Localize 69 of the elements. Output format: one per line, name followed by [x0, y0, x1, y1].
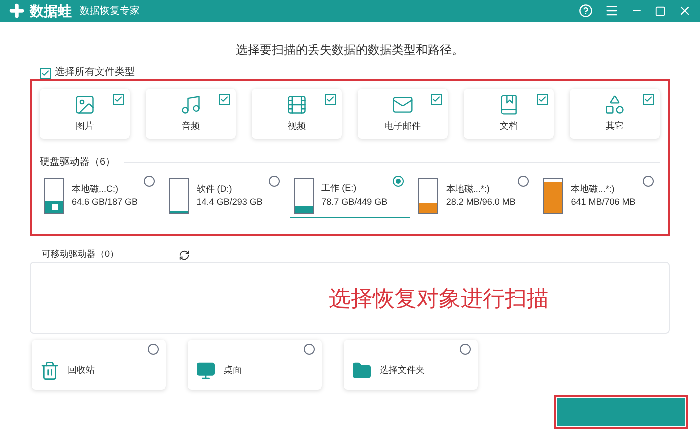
drive-usage: 64.6 GB/187 GB	[72, 196, 138, 209]
file-type-card[interactable]: 文档	[464, 89, 554, 139]
menu-icon[interactable]	[605, 4, 619, 18]
close-icon[interactable]	[678, 4, 692, 18]
location-card[interactable]: 回收站	[32, 340, 166, 390]
file-type-label: 其它	[606, 120, 624, 134]
image-icon	[74, 94, 96, 116]
drive-name: 本地磁...*:)	[571, 182, 616, 196]
app-title: 数据恢复专家	[80, 4, 140, 18]
file-type-label: 图片	[76, 120, 94, 134]
drive-item[interactable]: 本地磁...C:) 64.6 GB/187 GB	[40, 174, 161, 218]
radio-button[interactable]	[643, 176, 654, 187]
location-label: 回收站	[68, 364, 95, 378]
checkbox[interactable]	[219, 94, 230, 105]
file-type-card[interactable]: 电子邮件	[358, 89, 448, 139]
film-icon	[286, 94, 308, 116]
location-card[interactable]: 桌面	[188, 340, 322, 390]
trash-icon	[40, 361, 60, 381]
monitor-icon	[196, 361, 216, 381]
file-type-label: 电子邮件	[385, 120, 421, 134]
drive-item[interactable]: 工作 (E:) 78.7 GB/449 GB	[290, 174, 410, 218]
drive-usage: 28.2 MB/96.0 MB	[446, 196, 516, 209]
shapes-icon	[604, 94, 626, 116]
radio-button[interactable]	[148, 344, 159, 355]
file-type-card[interactable]: 其它	[570, 89, 660, 139]
radio-button[interactable]	[304, 344, 315, 355]
drive-usage: 14.4 GB/293 GB	[196, 196, 263, 209]
file-type-label: 音频	[182, 120, 200, 134]
location-label: 选择文件夹	[380, 364, 425, 378]
cross-logo-icon	[8, 2, 26, 20]
checkbox[interactable]	[40, 68, 51, 78]
radio-button[interactable]	[460, 344, 471, 355]
drive-item[interactable]: 本地磁...*:) 641 MB/706 MB	[539, 174, 660, 218]
section-title: 可移动驱动器（0）	[42, 248, 120, 262]
drive-usage: 641 MB/706 MB	[571, 196, 636, 209]
drive-name: 本地磁...C:)	[72, 182, 120, 196]
drive-name: 软件 (D:)	[196, 182, 234, 196]
checkbox[interactable]	[325, 94, 336, 105]
file-type-label: 视频	[288, 120, 306, 134]
radio-button[interactable]	[268, 176, 280, 187]
radio-button[interactable]	[393, 176, 404, 187]
music-icon	[180, 94, 202, 116]
heading: 选择要扫描的丢失数据的数据类型和路径。	[236, 43, 464, 57]
checkbox[interactable]	[643, 94, 654, 105]
drive-name: 工作 (E:)	[322, 182, 358, 195]
select-all-label: 选择所有文件类型	[55, 68, 135, 78]
file-type-card[interactable]: 音频	[146, 89, 236, 139]
help-icon[interactable]	[579, 4, 593, 18]
drive-item[interactable]: 本地磁...*:) 28.2 MB/96.0 MB	[414, 174, 536, 218]
maximize-icon[interactable]	[655, 6, 666, 16]
app-logo: 数据蛙	[30, 2, 72, 20]
drive-usage: 78.7 GB/449 GB	[322, 196, 388, 208]
checkbox[interactable]	[113, 94, 124, 105]
radio-button[interactable]	[144, 176, 155, 187]
file-type-card[interactable]: 图片	[40, 89, 130, 139]
annotation-text: 选择恢复对象进行扫描	[329, 284, 549, 312]
drive-name: 本地磁...*:)	[446, 182, 491, 196]
checkbox[interactable]	[431, 94, 442, 105]
refresh-icon[interactable]	[179, 250, 190, 260]
location-card[interactable]: 选择文件夹	[344, 340, 478, 390]
file-type-label: 文档	[500, 120, 518, 134]
radio-button[interactable]	[518, 176, 530, 187]
folder-icon	[352, 361, 372, 381]
checkbox[interactable]	[537, 94, 548, 105]
section-title: 硬盘驱动器（6）	[40, 156, 116, 170]
file-type-card[interactable]: 视频	[252, 89, 342, 139]
drive-item[interactable]: 软件 (D:) 14.4 GB/293 GB	[164, 174, 286, 218]
location-label: 桌面	[224, 364, 242, 378]
book-icon	[498, 94, 520, 116]
